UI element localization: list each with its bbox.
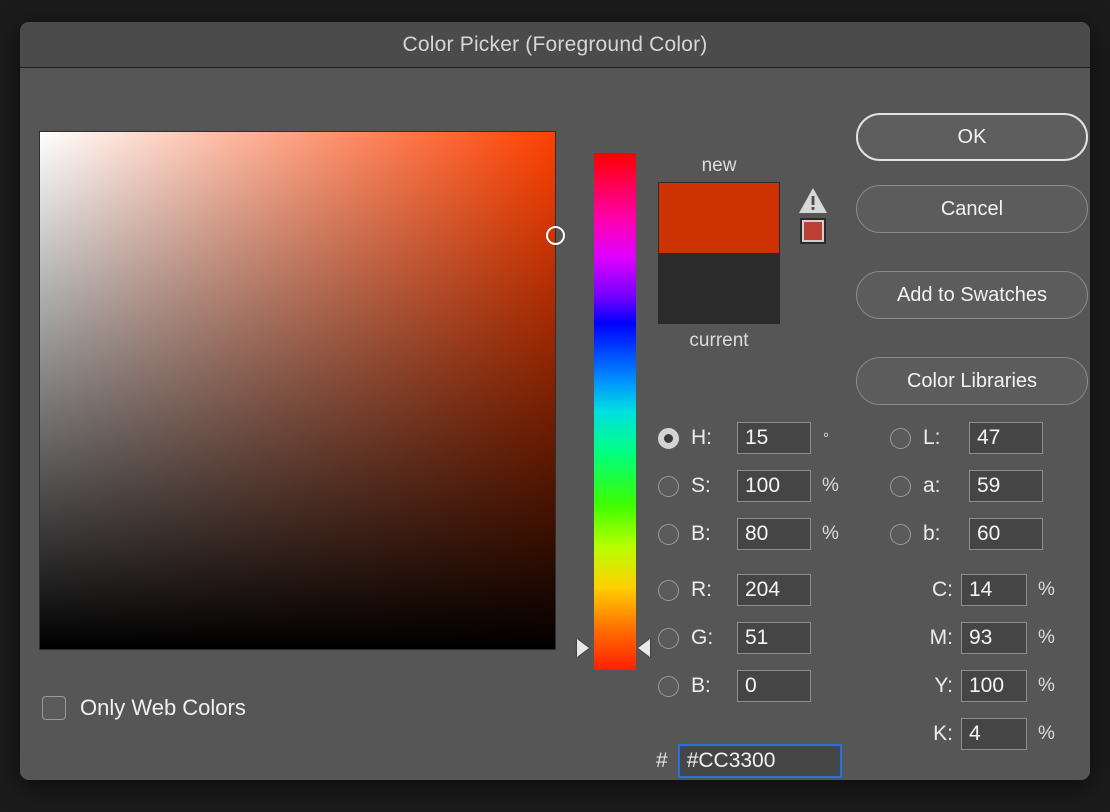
field-row-yellow: Y: 100% [913, 668, 1055, 704]
color-preview-swatches [658, 182, 780, 324]
dialog-title: Color Picker (Foreground Color) [402, 32, 708, 56]
unit-saturation: % [822, 475, 839, 496]
hue-slider-marker-left[interactable] [577, 639, 589, 658]
radio-a[interactable] [890, 475, 911, 497]
input-a[interactable]: 59 [969, 470, 1043, 502]
field-row-black: K: 4% [913, 716, 1055, 752]
field-row-cyan: C: 14% [913, 572, 1055, 608]
new-color-label: new [701, 155, 737, 176]
color-libraries-button[interactable]: Color Libraries [856, 357, 1088, 405]
field-row-lightness: L: 47 [890, 420, 1043, 456]
field-row-a: a: 59 [890, 468, 1043, 504]
hex-input[interactable]: #CC3300 [677, 744, 842, 778]
radio-b[interactable] [890, 523, 911, 545]
input-cyan[interactable]: 14 [961, 574, 1027, 606]
radio-brightness[interactable] [658, 523, 679, 545]
field-row-brightness: B: 80% [658, 516, 839, 552]
input-red[interactable]: 204 [737, 574, 811, 606]
label-black: K: [933, 722, 953, 745]
hue-slider-marker-right[interactable] [638, 639, 650, 658]
hex-label: # [656, 749, 668, 772]
field-row-blue: B: 0 [658, 668, 811, 704]
input-black[interactable]: 4 [961, 718, 1027, 750]
label-cyan: C: [932, 578, 953, 601]
label-lightness: L: [923, 426, 941, 449]
field-row-b: b: 60 [890, 516, 1043, 552]
radio-green[interactable] [658, 627, 679, 649]
label-a: a: [923, 474, 941, 497]
only-web-colors-checkbox[interactable] [42, 696, 66, 720]
label-green: G: [691, 626, 714, 649]
input-saturation[interactable]: 100 [737, 470, 811, 502]
input-b[interactable]: 60 [969, 518, 1043, 550]
input-hue[interactable]: 15 [737, 422, 811, 454]
field-row-saturation: S: 100% [658, 468, 839, 504]
hue-slider-strip[interactable] [594, 153, 636, 670]
current-color-swatch[interactable] [659, 253, 779, 323]
label-b: b: [923, 522, 941, 545]
ok-button[interactable]: OK [856, 113, 1088, 161]
new-color-swatch[interactable] [659, 183, 779, 253]
brightness-gradient-layer [40, 132, 555, 649]
out-of-gamut-group [790, 187, 836, 244]
unit-cyan: % [1038, 579, 1055, 600]
label-saturation: S: [691, 474, 711, 497]
field-row-red: R: 204 [658, 572, 811, 608]
color-picker-dialog: Color Picker (Foreground Color) new curr… [20, 22, 1090, 780]
only-web-colors-row[interactable]: Only Web Colors [42, 695, 246, 721]
gamut-substitute-swatch[interactable] [800, 218, 826, 244]
unit-yellow: % [1038, 675, 1055, 696]
current-color-label: current [689, 330, 749, 351]
hex-field-row: # #CC3300 [656, 744, 842, 778]
input-yellow[interactable]: 100 [961, 670, 1027, 702]
label-blue: B: [691, 674, 711, 697]
radio-red[interactable] [658, 579, 679, 601]
field-row-magenta: M: 93% [913, 620, 1055, 656]
color-preview-group: new current [640, 155, 840, 352]
unit-hue: ° [823, 429, 829, 447]
field-row-green: G: 51 [658, 620, 811, 656]
unit-brightness: % [822, 523, 839, 544]
radio-lightness[interactable] [890, 427, 911, 449]
label-magenta: M: [929, 626, 953, 649]
label-brightness: B: [691, 522, 711, 545]
input-lightness[interactable]: 47 [969, 422, 1043, 454]
unit-magenta: % [1038, 627, 1055, 648]
input-magenta[interactable]: 93 [961, 622, 1027, 654]
dialog-titlebar: Color Picker (Foreground Color) [20, 22, 1090, 68]
label-yellow: Y: [934, 674, 953, 697]
radio-hue[interactable] [658, 427, 679, 449]
input-blue[interactable]: 0 [737, 670, 811, 702]
radio-blue[interactable] [658, 675, 679, 697]
unit-black: % [1038, 723, 1055, 744]
field-row-hue: H: 15 ° [658, 420, 829, 456]
cancel-button[interactable]: Cancel [856, 185, 1088, 233]
label-red: R: [691, 578, 712, 601]
input-green[interactable]: 51 [737, 622, 811, 654]
saturation-brightness-field[interactable] [40, 132, 565, 649]
only-web-colors-label: Only Web Colors [80, 695, 246, 720]
add-to-swatches-button[interactable]: Add to Swatches [856, 271, 1088, 319]
input-brightness[interactable]: 80 [737, 518, 811, 550]
radio-saturation[interactable] [658, 475, 679, 497]
label-hue: H: [691, 426, 712, 449]
warning-triangle-icon[interactable] [790, 187, 836, 214]
